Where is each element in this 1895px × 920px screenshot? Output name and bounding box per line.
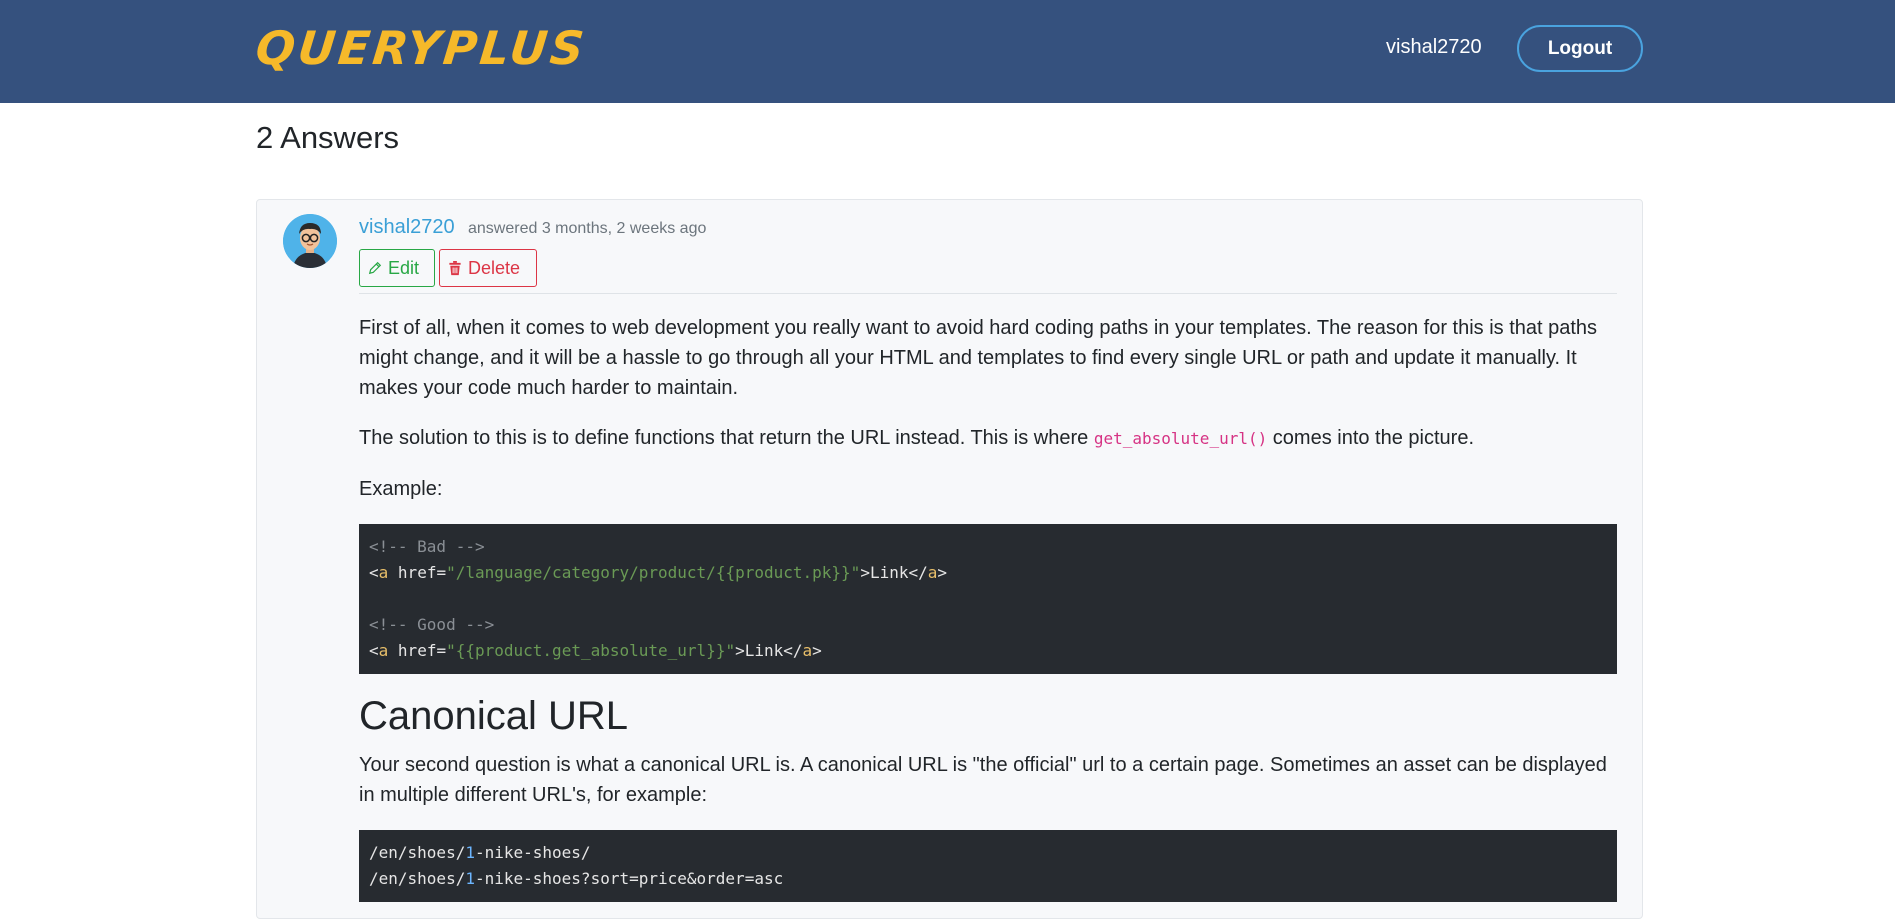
top-navbar: QUERYPLUS vishal2720 Logout xyxy=(0,0,1895,103)
code-comment-bad: <!-- Bad --> xyxy=(369,537,485,556)
code-block-template-example[interactable]: <!-- Bad --> <a href="/language/category… xyxy=(359,524,1617,674)
delete-label: Delete xyxy=(468,257,521,278)
code-comment-good: <!-- Good --> xyxy=(369,615,495,634)
logout-button[interactable]: Logout xyxy=(1517,25,1643,72)
code-line-good: <a href="{{product.get_absolute_url}}">L… xyxy=(369,641,822,660)
paragraph-2-text-before: The solution to this is to define functi… xyxy=(359,427,1094,449)
url-line-1: /en/shoes/1-nike-shoes/ xyxy=(369,843,591,862)
code-bad-href: "/language/category/product/{{product.pk… xyxy=(446,563,861,582)
canonical-url-heading: Canonical URL xyxy=(359,694,629,738)
code-line-bad: <a href="/language/category/product/{{pr… xyxy=(369,563,948,582)
answer-card: vishal2720 answered 3 months, 2 weeks ag… xyxy=(256,199,1643,919)
url-line-2-part-a: /en/shoes/ xyxy=(369,869,466,888)
brand-logo[interactable]: QUERYPLUS xyxy=(253,20,589,76)
inline-code-get-absolute-url: get_absolute_url() xyxy=(1093,429,1268,448)
trash-icon xyxy=(449,260,461,275)
answer-timestamp: answered 3 months, 2 weeks ago xyxy=(468,220,707,237)
nav-username[interactable]: vishal2720 xyxy=(1386,36,1482,59)
code-link-text-bad: Link xyxy=(869,563,909,582)
url-line-1-number: 1 xyxy=(465,843,475,862)
code-good-href: "{{product.get_absolute_url}}" xyxy=(446,641,736,660)
answers-count-heading: 2 Answers xyxy=(256,120,400,155)
avatar xyxy=(283,214,337,268)
paragraph-2-text-after: comes into the picture. xyxy=(1267,427,1475,449)
url-line-1-part-a: /en/shoes/ xyxy=(369,843,466,862)
delete-button[interactable]: Delete xyxy=(439,249,537,287)
url-line-2-number: 1 xyxy=(465,869,475,888)
edit-button[interactable]: Edit xyxy=(359,249,435,287)
answer-body: First of all, when it comes to web devel… xyxy=(359,313,1617,920)
code-block-url-examples[interactable]: /en/shoes/1-nike-shoes/ /en/shoes/1-nike… xyxy=(359,830,1617,902)
avatar-icon xyxy=(283,214,337,268)
answer-author-link[interactable]: vishal2720 xyxy=(359,216,455,239)
edit-label: Edit xyxy=(388,257,420,278)
pencil-icon xyxy=(368,261,382,275)
example-label: Example: xyxy=(359,478,443,500)
code-link-text-good: Link xyxy=(744,641,784,660)
url-line-2-part-b: -nike-shoes?sort=price&order=asc xyxy=(474,869,784,888)
answer-paragraph-1: First of all, when it comes to web devel… xyxy=(359,317,1598,399)
answer-paragraph-3: Your second question is what a canonical… xyxy=(359,754,1607,806)
answer-paragraph-2: The solution to this is to define functi… xyxy=(359,423,1617,454)
divider xyxy=(359,293,1617,294)
url-line-2: /en/shoes/1-nike-shoes?sort=price&order=… xyxy=(369,869,783,888)
url-line-1-part-b: -nike-shoes/ xyxy=(474,843,591,862)
